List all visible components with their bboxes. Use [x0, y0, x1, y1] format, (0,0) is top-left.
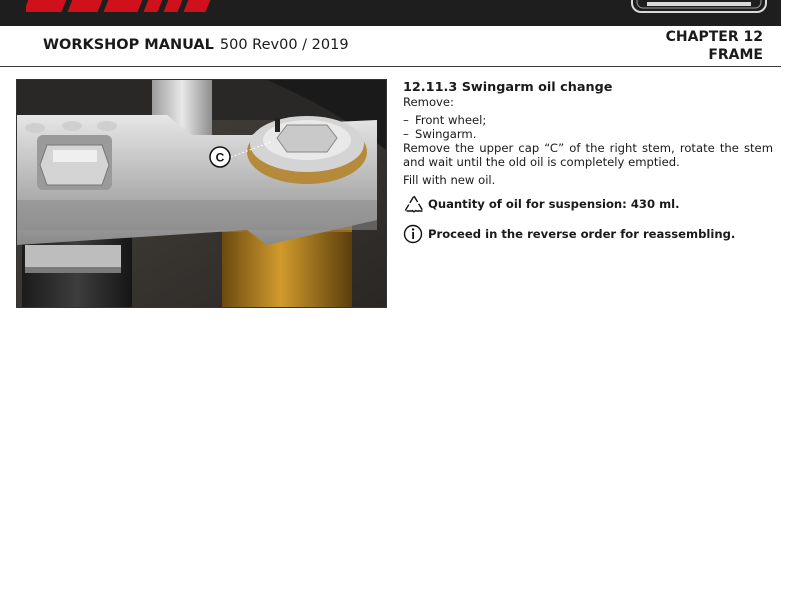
- section-title: 12.11.3 Swingarm oil change: [403, 80, 613, 95]
- callout-label: C: [216, 151, 225, 165]
- chapter-number: CHAPTER 12: [665, 29, 763, 45]
- list-item: – Front wheel;: [403, 113, 487, 127]
- recycle-triangle-icon: [404, 195, 424, 213]
- remove-list: – Front wheel; – Swingarm.: [403, 113, 773, 141]
- instruction-text: Remove the upper cap “C” of the right st…: [403, 141, 773, 169]
- manual-title: WORKSHOP MANUAL 500 Rev00 / 2019: [43, 37, 349, 53]
- info-circle-icon: [403, 224, 423, 244]
- remove-label: Remove:: [403, 95, 454, 109]
- list-item: – Swingarm.: [403, 127, 477, 141]
- reassembly-note: Proceed in the reverse order for reassem…: [403, 224, 773, 244]
- reassembly-text: Proceed in the reverse order for reassem…: [428, 227, 736, 241]
- fantic-logo: [26, 0, 216, 12]
- chapter-name: FRAME: [708, 47, 763, 63]
- oil-quantity-note: Quantity of oil for suspension: 430 ml.: [403, 194, 773, 214]
- oil-quantity-text: Quantity of oil for suspension: 430 ml.: [428, 197, 680, 211]
- chapter-heading: CHAPTER 12 FRAME: [666, 28, 763, 64]
- list-item-text: Front wheel;: [415, 113, 487, 127]
- fork-cap-illustration: C: [17, 80, 386, 307]
- section-content: 12.11.3 Swingarm oil change Remove: – Fro…: [403, 81, 773, 244]
- list-item-text: Swingarm.: [415, 127, 477, 141]
- fork-cap-photo: C: [16, 79, 387, 308]
- header-divider: [0, 66, 781, 67]
- manual-revision: 500 Rev00 / 2019: [219, 37, 349, 53]
- manual-title-text: WORKSHOP MANUAL: [43, 37, 214, 53]
- top-banner: [0, 0, 781, 26]
- fill-text: Fill with new oil.: [403, 173, 496, 187]
- caballero-logo: [631, 0, 767, 13]
